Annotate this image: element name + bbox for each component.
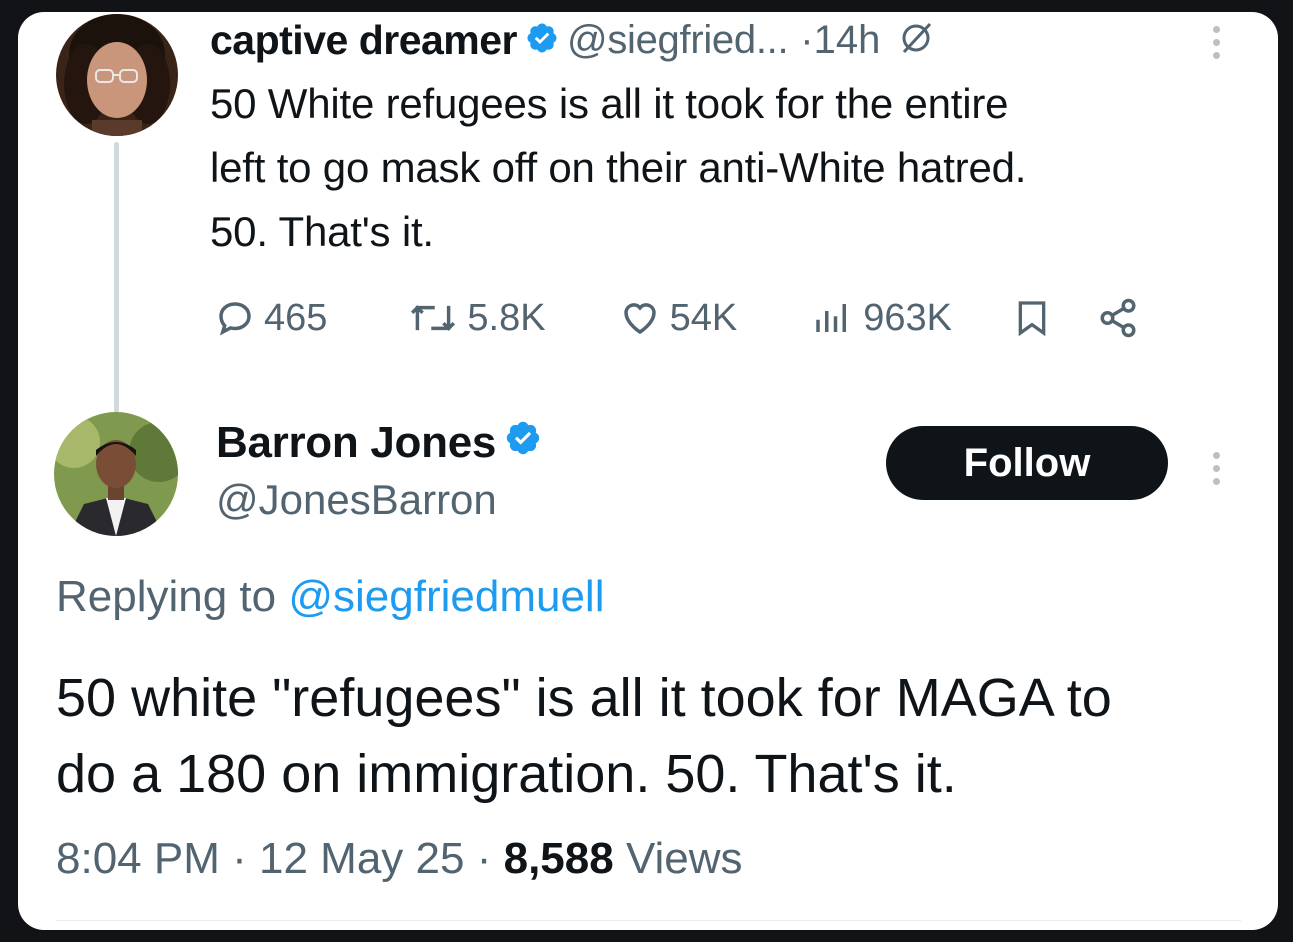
replying-to: Replying to @siegfriedmuell: [56, 572, 605, 621]
tweet-text: 50 White refugees is all it took for the…: [210, 72, 1250, 264]
thread-connector-line: [114, 142, 119, 414]
repost-button[interactable]: 5.8K: [407, 296, 546, 340]
avatar-barron-jones[interactable]: [54, 412, 178, 536]
repost-count: 5.8K: [467, 296, 546, 339]
follow-button[interactable]: Follow: [886, 426, 1168, 500]
repost-icon: [411, 305, 456, 331]
reply-count: 465: [264, 296, 328, 339]
views-button[interactable]: 963K: [809, 297, 952, 340]
replying-to-mention[interactable]: @siegfriedmuell: [288, 572, 604, 621]
bookmark-button[interactable]: [1012, 297, 1052, 339]
tweet-text-line: 50. That's it.: [210, 208, 434, 255]
more-icon[interactable]: [1213, 26, 1220, 59]
tweet-card: captive dreamer @siegfried... ·14h 50 Wh…: [18, 12, 1278, 930]
like-count: 54K: [669, 296, 738, 339]
tweet-actions-bar: 465 5.8K 54K 963K: [214, 294, 1140, 342]
reply-button[interactable]: 465: [214, 297, 327, 340]
muted-icon: [898, 20, 934, 61]
like-icon: [623, 303, 656, 335]
tweet-header: captive dreamer @siegfried... ·14h: [210, 16, 934, 64]
avatar-captive-dreamer[interactable]: [56, 14, 178, 136]
reply-author-name[interactable]: Barron Jones: [216, 418, 542, 468]
reply-text-line: do a 180 on immigration. 50. That's it.: [56, 744, 957, 804]
tweet-timestamp[interactable]: ·14h: [800, 18, 880, 63]
author-name[interactable]: captive dreamer: [210, 17, 518, 64]
author-handle[interactable]: @siegfried...: [567, 18, 789, 63]
divider: [56, 920, 1241, 921]
reply-time[interactable]: 8:04 PM: [56, 834, 220, 883]
reply-date[interactable]: 12 May 25: [259, 834, 464, 883]
verified-badge-icon: [525, 21, 559, 60]
reply-views-label: Views: [625, 834, 743, 883]
reply-author-handle[interactable]: @JonesBarron: [216, 476, 497, 524]
tweet-text-line: 50 White refugees is all it took for the…: [210, 80, 1009, 127]
reply-text: 50 white "refugees" is all it took for M…: [56, 660, 1266, 812]
share-icon: [1100, 298, 1136, 338]
more-icon[interactable]: [1213, 452, 1220, 485]
views-icon: [816, 304, 847, 332]
reply-text-line: 50 white "refugees" is all it took for M…: [56, 668, 1112, 728]
share-button[interactable]: [1096, 297, 1140, 339]
verified-badge-icon: [504, 418, 542, 468]
tweet-text-line: left to go mask off on their anti-White …: [210, 144, 1027, 191]
like-button[interactable]: 54K: [618, 296, 738, 340]
bookmark-icon: [1018, 301, 1046, 337]
views-count: 963K: [863, 296, 952, 339]
reply-views-count: 8,588: [503, 834, 614, 883]
reply-icon: [219, 302, 251, 336]
reply-meta: 8:04 PM · 12 May 25 · 8,588 Views: [56, 834, 743, 883]
